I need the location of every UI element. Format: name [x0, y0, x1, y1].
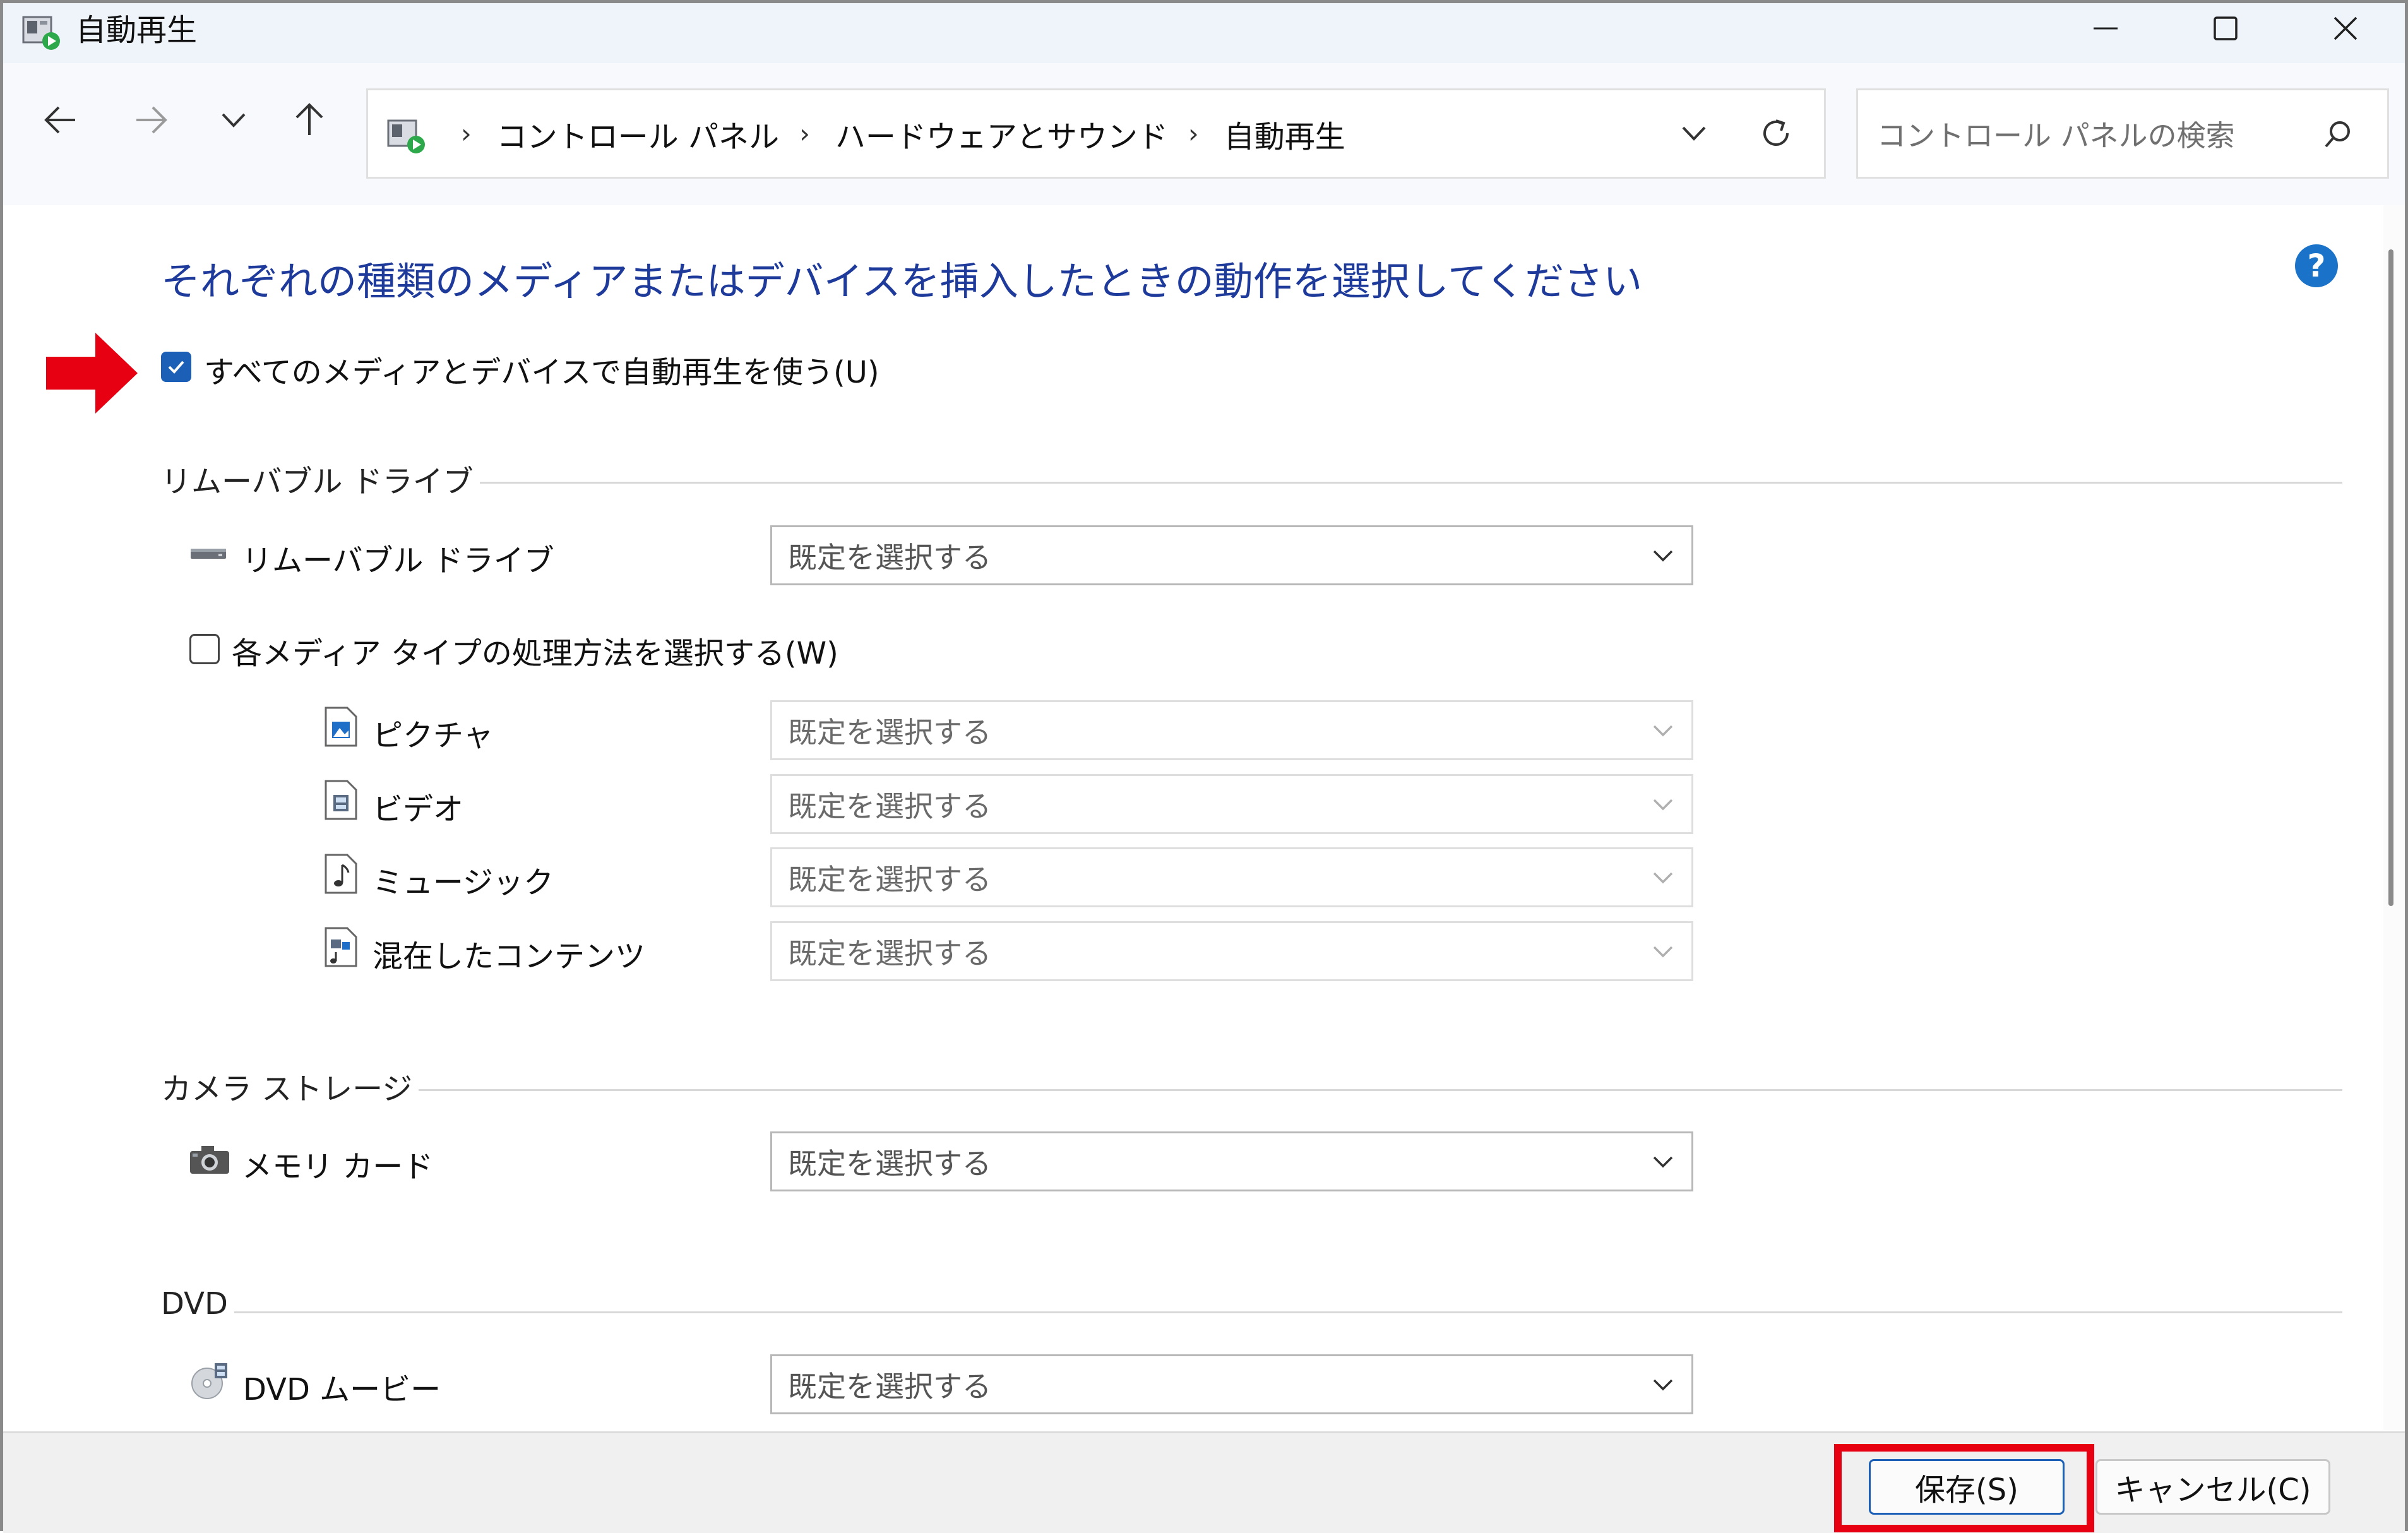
close-button[interactable] [2286, 3, 2405, 54]
media-select-picture[interactable]: 既定を選択する [770, 700, 1693, 760]
section-divider [401, 482, 2342, 484]
breadcrumb: › コントロール パネル › ハードウェアとサウンド › 自動再生 [441, 90, 1345, 177]
mixed-file-icon [325, 927, 357, 967]
section-title-dvd: DVD [161, 1286, 234, 1321]
media-label-picture: ピクチャ [373, 718, 494, 753]
media-label-video: ビデオ [373, 792, 464, 827]
section-title-removable: リムーバブル ドライブ [161, 456, 480, 501]
back-button[interactable] [32, 92, 88, 148]
camera-icon [190, 1146, 229, 1174]
cancel-button[interactable]: キャンセル(C) [2095, 1459, 2330, 1515]
vertical-scrollbar[interactable] [2383, 205, 2405, 1430]
search-box[interactable]: コントロール パネルの検索 [1856, 88, 2389, 179]
section-divider [357, 1089, 2342, 1091]
arrow-left-icon [44, 106, 75, 134]
autoplay-window: 自動再生 › コントロール パネル › ハードウェアとサウンド › 自動再生 コ… [0, 0, 2408, 1533]
removable-drive-select[interactable]: 既定を選択する [770, 525, 1693, 585]
search-button[interactable] [2313, 109, 2363, 160]
section-title-camera: カメラ ストレージ [161, 1064, 419, 1108]
forward-button[interactable] [123, 92, 180, 148]
breadcrumb-separator-icon[interactable]: › [1188, 118, 1199, 149]
autoplay-app-icon [22, 16, 60, 50]
search-input[interactable]: コントロール パネルの検索 [1877, 90, 2235, 177]
removable-drive-select-value: 既定を選択する [788, 540, 991, 575]
removable-drive-icon [191, 549, 226, 559]
music-file-icon [325, 854, 357, 894]
refresh-button[interactable] [1751, 108, 1801, 158]
chevron-down-icon [222, 113, 246, 128]
dvd-movie-select[interactable]: 既定を選択する [770, 1354, 1693, 1414]
media-label-mixed: 混在したコンテンツ [373, 939, 646, 974]
memory-card-select-value: 既定を選択する [788, 1146, 991, 1181]
chevron-down-icon [1647, 715, 1679, 746]
breadcrumb-hardware-sound[interactable]: ハードウェアとサウンド [835, 112, 1168, 156]
recent-locations-button[interactable] [205, 92, 262, 148]
media-select-mixed-value: 既定を選択する [788, 936, 991, 970]
chevron-down-icon [1647, 1146, 1679, 1178]
memory-card-select[interactable]: 既定を選択する [770, 1131, 1693, 1191]
section-divider [234, 1311, 2342, 1313]
window-title: 自動再生 [76, 13, 198, 48]
address-history-button[interactable] [1669, 108, 1719, 158]
chevron-down-icon [1647, 789, 1679, 820]
use-autoplay-label[interactable]: すべてのメディアとデバイスで自動再生を使う(U) [204, 347, 879, 391]
dvd-movie-label: DVD ムービー [243, 1372, 441, 1407]
chevron-down-icon [1647, 936, 1679, 967]
maximize-button[interactable] [2166, 3, 2286, 54]
minimize-button[interactable] [2046, 3, 2166, 54]
media-select-video[interactable]: 既定を選択する [770, 774, 1693, 834]
question-mark-icon: ? [2307, 248, 2326, 284]
arrow-up-icon [295, 103, 323, 135]
chevron-down-icon [1682, 126, 1706, 141]
per-media-checkbox[interactable] [189, 634, 220, 664]
refresh-icon [1763, 119, 1789, 146]
breadcrumb-separator-icon[interactable]: › [799, 118, 810, 149]
chevron-down-icon [1647, 862, 1679, 893]
page-heading: それぞれの種類のメディアまたはデバイスを挿入したときの動作を選択してください [161, 258, 1643, 304]
search-icon [2325, 121, 2350, 148]
media-select-picture-value: 既定を選択する [788, 715, 991, 749]
video-file-icon [325, 780, 357, 820]
removable-drive-label: リムーバブル ドライブ [242, 543, 554, 578]
arrow-right-icon [136, 106, 167, 134]
address-bar[interactable]: › コントロール パネル › ハードウェアとサウンド › 自動再生 [366, 88, 1826, 179]
chevron-down-icon [1647, 1369, 1679, 1400]
close-icon [2333, 16, 2357, 40]
autoplay-location-icon [387, 119, 425, 153]
save-highlight-annotation [1834, 1444, 2094, 1532]
maximize-icon [2214, 16, 2238, 40]
memory-card-label: メモリ カード [242, 1149, 434, 1184]
chevron-down-icon [1647, 540, 1679, 571]
red-arrow-annotation-icon [46, 333, 138, 414]
minimize-icon [2094, 27, 2118, 30]
breadcrumb-separator-icon: › [461, 118, 472, 149]
dvd-movie-select-value: 既定を選択する [788, 1369, 991, 1404]
per-media-label[interactable]: 各メディア タイプの処理方法を選択する(W) [232, 628, 838, 672]
breadcrumb-autoplay[interactable]: 自動再生 [1224, 112, 1345, 156]
use-autoplay-checkbox[interactable] [161, 352, 191, 382]
media-select-video-value: 既定を選択する [788, 789, 991, 823]
breadcrumb-control-panel[interactable]: コントロール パネル [497, 112, 779, 156]
media-label-music: ミュージック [373, 865, 554, 900]
picture-file-icon [325, 707, 357, 747]
title-bar: 自動再生 [3, 3, 2405, 63]
dvd-movie-icon [191, 1363, 227, 1399]
checkmark-icon [168, 361, 184, 374]
media-select-music-value: 既定を選択する [788, 862, 991, 897]
media-select-mixed[interactable]: 既定を選択する [770, 921, 1693, 981]
help-button[interactable]: ? [2295, 244, 2338, 287]
scrollbar-thumb[interactable] [2388, 249, 2393, 906]
up-button[interactable] [281, 92, 338, 148]
media-select-music[interactable]: 既定を選択する [770, 847, 1693, 907]
